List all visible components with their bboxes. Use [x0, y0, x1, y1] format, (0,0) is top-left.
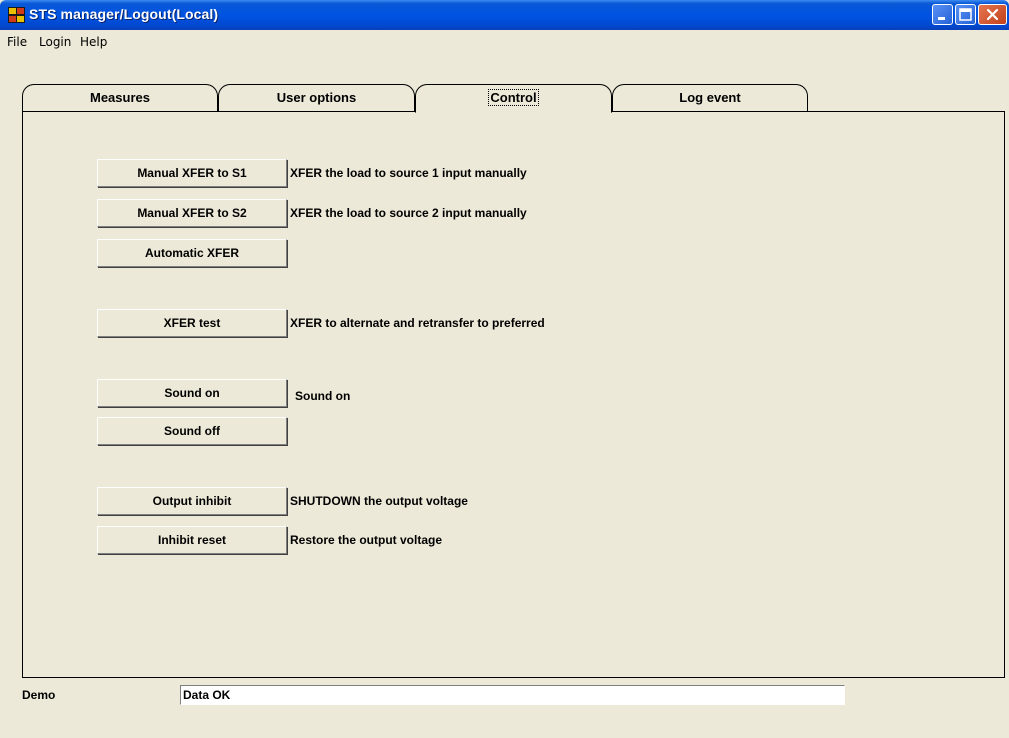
- sound-on-description: Sound on: [295, 389, 351, 403]
- automatic-xfer-button[interactable]: Automatic XFER: [97, 239, 287, 267]
- tab-measures-label: Measures: [90, 90, 150, 105]
- manual-xfer-s2-description: XFER the load to source 2 input manually: [290, 206, 527, 220]
- tab-measures[interactable]: Measures: [22, 84, 218, 112]
- title-bar[interactable]: STS manager/Logout(Local): [0, 0, 1009, 30]
- manual-xfer-s1-button[interactable]: Manual XFER to S1: [97, 159, 287, 187]
- menu-login[interactable]: Login: [39, 35, 71, 49]
- output-inhibit-button[interactable]: Output inhibit: [97, 487, 287, 515]
- menu-bar: File Login Help: [0, 30, 1009, 53]
- tab-log-event[interactable]: Log event: [612, 84, 808, 112]
- mode-label: Demo: [22, 688, 56, 702]
- inhibit-reset-description: Restore the output voltage: [290, 533, 443, 547]
- manual-xfer-s1-description: XFER the load to source 1 input manually: [290, 166, 527, 180]
- sound-on-button[interactable]: Sound on: [97, 379, 287, 407]
- xfer-test-button[interactable]: XFER test: [97, 309, 287, 337]
- app-grid-icon: [8, 7, 25, 23]
- close-button[interactable]: [978, 4, 1007, 25]
- maximize-button[interactable]: [955, 4, 976, 25]
- manual-xfer-s2-button[interactable]: Manual XFER to S2: [97, 199, 287, 227]
- menu-help[interactable]: Help: [80, 35, 107, 49]
- control-panel: Manual XFER to S1 XFER the load to sourc…: [22, 111, 1005, 678]
- menu-file[interactable]: File: [7, 35, 27, 49]
- sound-off-button[interactable]: Sound off: [97, 417, 287, 445]
- tab-strip: Measures User options Control Log event: [22, 84, 1004, 113]
- tab-log-event-label: Log event: [679, 90, 741, 105]
- minimize-icon: [938, 17, 945, 20]
- tab-user-options-label: User options: [276, 90, 357, 105]
- tab-control-label: Control: [488, 89, 539, 106]
- minimize-button[interactable]: [932, 4, 953, 25]
- status-message-field: Data OK: [180, 685, 845, 705]
- window-title: STS manager/Logout(Local): [29, 6, 219, 22]
- maximize-icon: [959, 8, 972, 21]
- output-inhibit-description: SHUTDOWN the output voltage: [290, 494, 468, 508]
- tab-control[interactable]: Control: [415, 84, 612, 113]
- xfer-test-description: XFER to alternate and retransfer to pref…: [290, 316, 545, 330]
- inhibit-reset-button[interactable]: Inhibit reset: [97, 526, 287, 554]
- tab-user-options[interactable]: User options: [218, 84, 415, 112]
- close-icon: [986, 8, 999, 21]
